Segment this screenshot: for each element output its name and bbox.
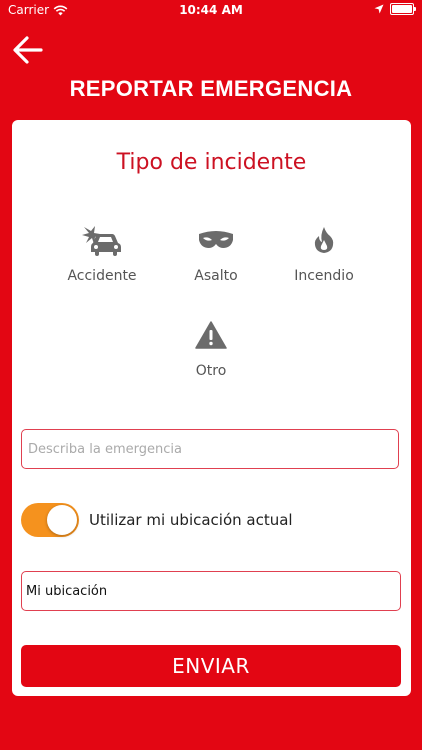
toggle-knob	[47, 505, 77, 535]
incident-option-asalto[interactable]: Asalto	[161, 222, 271, 284]
report-card: Tipo de incidente Accidente Asalto Incen…	[12, 120, 411, 696]
use-location-toggle[interactable]	[21, 503, 79, 537]
mask-icon	[199, 231, 233, 248]
use-location-label: Utilizar mi ubicación actual	[89, 511, 293, 529]
back-button[interactable]	[10, 34, 46, 66]
warning-icon	[195, 321, 227, 349]
fire-icon	[314, 227, 334, 253]
location-arrow-icon	[374, 4, 384, 14]
incident-option-accidente[interactable]: Accidente	[47, 222, 157, 284]
status-right	[374, 3, 416, 15]
incident-label: Asalto	[194, 268, 238, 284]
incident-label: Incendio	[294, 268, 354, 284]
incident-label: Accidente	[67, 268, 137, 284]
incident-label: Otro	[195, 363, 227, 379]
car-crash-icon	[82, 226, 121, 256]
status-time: 10:44 AM	[179, 3, 243, 17]
battery-icon	[390, 3, 416, 15]
incident-option-otro[interactable]: Otro	[156, 317, 266, 379]
incident-option-incendio[interactable]: Incendio	[269, 222, 379, 284]
incident-type-heading: Tipo de incidente	[116, 150, 307, 175]
arrow-left-icon	[13, 36, 43, 64]
battery-level	[392, 5, 412, 13]
submit-button[interactable]: ENVIAR	[21, 645, 401, 687]
location-input[interactable]	[21, 571, 401, 611]
emergency-description-input[interactable]	[21, 429, 399, 469]
page-title: REPORTAR EMERGENCIA	[69, 76, 353, 101]
status-bar: Carrier 10:44 AM	[0, 0, 422, 22]
